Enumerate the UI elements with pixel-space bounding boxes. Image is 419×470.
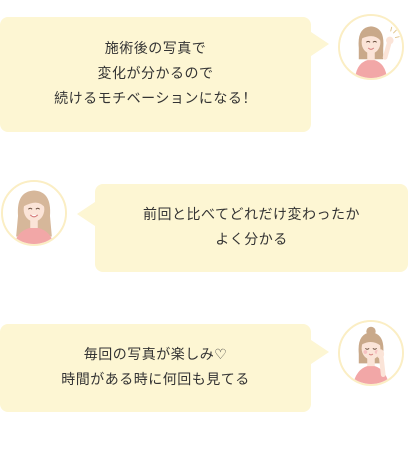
woman-smiling-avatar-icon — [1, 180, 67, 246]
testimonial-text: 施術後の写真で 変化が分かるので 続けるモチベーションになる！ — [54, 37, 257, 112]
speech-bubble-tail — [311, 32, 329, 56]
speech-bubble-tail — [311, 340, 329, 364]
testimonial-line: 施術後の写真で — [104, 41, 207, 57]
speech-bubble: 前回と比べてどれだけ変わったか よく分かる — [95, 184, 408, 272]
speech-bubble: 毎回の写真が楽しみ♡ 時間がある時に何回も見てる — [0, 324, 311, 412]
testimonial-line: 毎回の写真が楽しみ♡ — [83, 347, 228, 363]
testimonial-text: 毎回の写真が楽しみ♡ 時間がある時に何回も見てる — [61, 343, 250, 393]
testimonial-line: 変化が分かるので — [97, 66, 214, 82]
testimonial-3: 毎回の写真が楽しみ♡ 時間がある時に何回も見てる — [0, 310, 419, 420]
woman-hand-on-cheek-avatar-icon — [338, 320, 404, 386]
testimonial-line: よく分かる — [215, 232, 288, 248]
testimonial-line: 続けるモチベーションになる！ — [54, 91, 257, 107]
speech-bubble-tail — [77, 202, 95, 226]
testimonial-text: 前回と比べてどれだけ変わったか よく分かる — [143, 203, 360, 253]
speech-bubble: 施術後の写真で 変化が分かるので 続けるモチベーションになる！ — [0, 17, 311, 132]
testimonial-line: 時間がある時に何回も見てる — [61, 372, 250, 388]
testimonial-1: 施術後の写真で 変化が分かるので 続けるモチベーションになる！ — [0, 0, 419, 140]
testimonial-2: 前回と比べてどれだけ変わったか よく分かる — [0, 170, 419, 280]
testimonial-line: 前回と比べてどれだけ変わったか — [143, 207, 360, 223]
woman-fist-pump-avatar-icon — [338, 14, 404, 80]
